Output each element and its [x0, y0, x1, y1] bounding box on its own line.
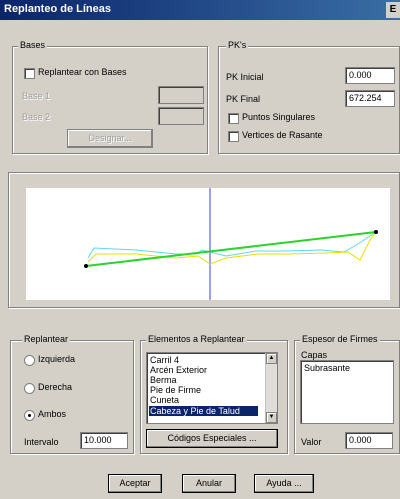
designar-button[interactable]: Designar... — [67, 129, 153, 148]
scroll-down-icon[interactable]: ▼ — [266, 412, 277, 423]
vertices-rasante-checkbox[interactable] — [228, 131, 239, 142]
intervalo-field[interactable]: 10.000 — [80, 432, 128, 449]
radio-ambos-label: Ambos — [38, 409, 67, 419]
capas-list[interactable]: Subrasante — [300, 360, 394, 424]
bases-group-label: Bases — [18, 40, 48, 50]
start-point-marker — [84, 264, 88, 268]
preview-drawing — [84, 188, 378, 300]
pk-initial-label: PK Inicial — [226, 72, 264, 82]
elementos-group-label: Elementos a Replantear — [146, 334, 247, 344]
intervalo-value: 10.000 — [84, 435, 112, 445]
pk-initial-field[interactable]: 0.000 — [345, 67, 395, 84]
radio-izquierda-label: Izquierda — [38, 354, 76, 364]
replantear-con-bases-label: Replantear con Bases — [38, 67, 127, 77]
puntos-singulares-label: Puntos Singulares — [242, 112, 316, 122]
valor-value: 0.000 — [349, 435, 372, 445]
title-bar: Replanteo de Líneas E — [0, 0, 400, 20]
replantear-group-label: Replantear — [22, 334, 71, 344]
green-axis-line — [85, 231, 377, 267]
anular-button[interactable]: Anular — [182, 474, 236, 493]
window-title: Replanteo de Líneas — [4, 3, 111, 15]
list-item[interactable]: Carril 4 — [150, 355, 179, 365]
list-scrollbar[interactable]: ▲ ▼ — [265, 353, 277, 423]
pk-final-value: 672.254 — [349, 93, 382, 103]
valor-label: Valor — [301, 437, 322, 447]
espesor-group-label: Espesor de Firmes — [300, 334, 380, 344]
pk-initial-value: 0.000 — [349, 70, 372, 80]
puntos-singulares-checkbox[interactable] — [228, 113, 239, 124]
end-point-marker — [374, 230, 378, 234]
valor-field[interactable]: 0.000 — [345, 432, 393, 449]
radio-izquierda[interactable] — [24, 355, 35, 366]
preview-canvas — [26, 188, 390, 300]
scroll-up-icon[interactable]: ▲ — [266, 353, 277, 364]
aceptar-button[interactable]: Aceptar — [108, 474, 162, 493]
list-item[interactable]: Berma — [150, 375, 177, 385]
elementos-list[interactable]: Carril 4 Arcén Exterior Berma Pie de Fir… — [146, 352, 278, 424]
list-item-selected[interactable]: Cabeza y Pie de Talud — [149, 406, 258, 416]
replantear-con-bases-checkbox[interactable] — [24, 68, 35, 79]
base2-label: Base 2 — [22, 112, 51, 122]
pks-group-label: PK's — [226, 40, 249, 50]
codigos-especiales-button[interactable]: Códigos Especiales ... — [146, 429, 278, 448]
pk-final-label: PK Final — [226, 94, 261, 104]
radio-ambos[interactable] — [24, 410, 35, 421]
list-item[interactable]: Cuneta — [150, 395, 179, 405]
ayuda-button[interactable]: Ayuda ... — [254, 474, 314, 493]
capas-label: Capas — [301, 350, 328, 360]
vertices-rasante-label: Vertices de Rasante — [242, 130, 323, 140]
base1-label: Base 1 — [22, 91, 51, 101]
list-item[interactable]: Subrasante — [304, 363, 350, 373]
pk-final-field[interactable]: 672.254 — [345, 90, 395, 107]
radio-derecha-label: Derecha — [38, 382, 73, 392]
list-item[interactable]: Pie de Firme — [150, 385, 201, 395]
intervalo-label: Intervalo — [24, 437, 59, 447]
close-button[interactable]: E — [386, 2, 400, 18]
radio-derecha[interactable] — [24, 383, 35, 394]
base2-field[interactable] — [158, 107, 204, 125]
list-item[interactable]: Arcén Exterior — [150, 365, 207, 375]
base1-field[interactable] — [158, 86, 204, 104]
